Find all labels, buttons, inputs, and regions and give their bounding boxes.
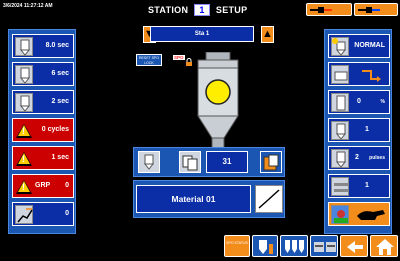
- pump-icon: [358, 6, 380, 16]
- valves-icon: [285, 240, 304, 253]
- left-row-2[interactable]: 6 sec: [12, 62, 74, 86]
- right-value-4: 1: [365, 126, 369, 133]
- back-arrow-icon: [347, 241, 363, 253]
- left-panel: 8.0 sec 6 sec 2 sec 0 cycles 1 sec GRP 0…: [8, 29, 76, 234]
- next-station-button[interactable]: ▲: [261, 26, 274, 43]
- left-row-4[interactable]: 0 cycles: [12, 118, 74, 142]
- left-label-6: GRP: [35, 182, 51, 189]
- right-value-6: 1: [365, 182, 369, 189]
- right-row-1[interactable]: NORMAL: [328, 34, 390, 58]
- title-station: STATION: [148, 5, 189, 15]
- left-value-4: 0 cycles: [41, 126, 69, 133]
- feed-icon: [331, 205, 349, 224]
- flow-icon: [331, 65, 349, 84]
- left-row-6[interactable]: GRP 0: [12, 174, 74, 198]
- valve-icon: [331, 93, 349, 112]
- title-setup: SETUP: [215, 5, 248, 15]
- back-button[interactable]: [340, 235, 368, 257]
- pump-icon: [310, 6, 332, 16]
- station-config-button[interactable]: [252, 235, 278, 257]
- left-value-1: 8.0 sec: [45, 42, 69, 49]
- spo-status-button[interactable]: SPO STATUS: [224, 235, 250, 257]
- right-row-4[interactable]: 1: [328, 118, 390, 142]
- right-value-3: 0: [357, 98, 361, 105]
- counter-bar: 31: [133, 147, 285, 177]
- hopper-graphic: [196, 51, 240, 150]
- left-row-1[interactable]: 8.0 sec: [12, 34, 74, 58]
- right-unit-3: %: [380, 99, 385, 105]
- station-name[interactable]: Sta 1: [150, 26, 254, 42]
- valve-icon: [15, 65, 33, 84]
- right-value-5: 2: [355, 154, 359, 161]
- station-number[interactable]: 1: [194, 4, 211, 16]
- conveyors-button[interactable]: [310, 235, 338, 257]
- left-value-5: 1 sec: [51, 154, 69, 161]
- hopper-small-icon: [259, 240, 273, 254]
- reset-spo-lock-button[interactable]: RESET SPO LOCK: [136, 54, 162, 66]
- material-curve-icon[interactable]: [255, 185, 283, 213]
- left-value-7: 0: [65, 210, 69, 217]
- conveyors-icon: [314, 242, 336, 252]
- top-button-1[interactable]: [306, 3, 352, 16]
- arrow-up-icon: ▲: [262, 28, 273, 40]
- spo-indicator: SPO: [173, 55, 185, 60]
- material-bar: Material 01: [133, 180, 285, 218]
- valve-icon: [331, 149, 349, 168]
- warning-icon: [16, 152, 32, 166]
- conveyor-icon: [331, 177, 349, 196]
- mode-icon: [331, 37, 349, 56]
- right-panel: NORMAL 0 % 1 2 pulses 1: [324, 29, 392, 234]
- animal-icon: [355, 206, 387, 228]
- right-unit-5: pulses: [369, 155, 385, 161]
- chart-icon: [15, 205, 33, 224]
- home-button[interactable]: [370, 235, 398, 257]
- count-display[interactable]: 31: [206, 151, 248, 173]
- home-icon: [376, 239, 394, 255]
- left-value-2: 6 sec: [51, 70, 69, 77]
- right-row-7[interactable]: [328, 202, 390, 226]
- valve-icon: [15, 37, 33, 56]
- page-title: STATION 1 SETUP: [148, 4, 247, 16]
- left-row-7[interactable]: 0: [12, 202, 74, 226]
- material-name[interactable]: Material 01: [136, 185, 251, 213]
- valves-button[interactable]: [280, 235, 308, 257]
- warning-icon: [16, 124, 32, 138]
- valve-icon: [331, 121, 349, 140]
- right-row-6[interactable]: 1: [328, 174, 390, 198]
- copy-icon[interactable]: [179, 151, 201, 173]
- left-value-6: 0: [65, 182, 69, 189]
- left-value-3: 2 sec: [51, 98, 69, 105]
- right-row-5[interactable]: 2 pulses: [328, 146, 390, 170]
- flow-arrow-icon: [361, 67, 381, 88]
- right-row-2[interactable]: [328, 62, 390, 86]
- valve-icon: [15, 93, 33, 112]
- valve-config-button[interactable]: [138, 151, 160, 173]
- right-value-1: NORMAL: [354, 42, 385, 49]
- top-button-2[interactable]: [354, 3, 398, 16]
- spo-status-label: SPO STATUS: [226, 241, 248, 245]
- timestamp: 3/6/2024 11:27:12 AM: [3, 3, 53, 9]
- left-row-3[interactable]: 2 sec: [12, 90, 74, 114]
- right-row-3[interactable]: 0 %: [328, 90, 390, 114]
- left-row-5[interactable]: 1 sec: [12, 146, 74, 170]
- paste-icon[interactable]: [260, 151, 282, 173]
- lock-icon: [186, 53, 192, 66]
- warning-icon: [16, 180, 32, 194]
